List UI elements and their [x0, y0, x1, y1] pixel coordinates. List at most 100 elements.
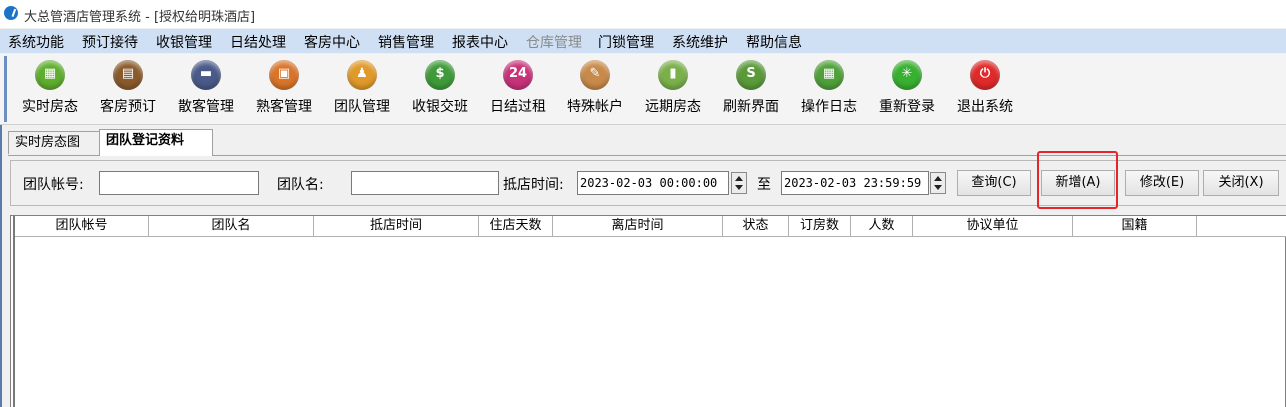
team-account-label: 团队帐号:: [23, 177, 84, 193]
arrival-to-spinner[interactable]: [930, 172, 946, 194]
app-logo-icon: [4, 6, 18, 20]
arrival-time-label: 抵店时间:: [503, 177, 564, 193]
toolbar-button[interactable]: S 刷新界面: [715, 58, 787, 116]
menu-item[interactable]: 帮助信息: [746, 32, 802, 52]
spin-up-icon[interactable]: [735, 176, 743, 181]
toolbar-button[interactable]: ▮ 远期房态: [637, 58, 709, 116]
toolbar-label: 日结过租: [490, 99, 546, 115]
column-header[interactable]: 团队帐号: [15, 216, 149, 236]
toolbar-button[interactable]: ▬ 散客管理: [170, 58, 242, 116]
spin-up-icon[interactable]: [934, 176, 942, 181]
team-name-input[interactable]: [351, 171, 499, 195]
toolbar-button[interactable]: ♟ 团队管理: [326, 58, 398, 116]
toolbar-button[interactable]: ▤ 客房预订: [92, 58, 164, 116]
column-header[interactable]: 团队名: [149, 216, 314, 236]
team-icon: ♟: [347, 60, 377, 90]
toolbar-label: 熟客管理: [256, 99, 312, 115]
calendar-icon: ▦: [814, 60, 844, 90]
toolbar-label: 特殊帐户: [567, 99, 623, 115]
tab-team-registration[interactable]: 团队登记资料: [99, 129, 213, 156]
arrival-from-datetime[interactable]: 2023-02-03 00:00:00: [577, 171, 729, 195]
highlight-box: [1037, 151, 1118, 209]
guest-card-icon: ▬: [191, 60, 221, 90]
chart-icon: ▮: [658, 60, 688, 90]
column-header[interactable]: 离店时间: [553, 216, 723, 236]
toolbar-button[interactable]: $ 收银交班: [404, 58, 476, 116]
toolbar-icon-glyph: ✎: [589, 66, 601, 81]
menu-item[interactable]: 仓库管理: [526, 32, 582, 52]
toolbar-button[interactable]: ▦ 操作日志: [793, 58, 865, 116]
column-header[interactable]: 协议单位: [913, 216, 1073, 236]
spin-down-icon[interactable]: [735, 185, 743, 190]
column-header[interactable]: 国籍: [1073, 216, 1197, 236]
toolbar-icon-glyph: $: [435, 66, 445, 81]
toolbar-icon-glyph: ▣: [277, 66, 291, 81]
toolbar-button[interactable]: ▦ 实时房态: [14, 58, 86, 116]
toolbar-label: 收银交班: [412, 99, 468, 115]
toolbar-icon-glyph: S: [746, 66, 756, 81]
power-icon: ⏻: [970, 60, 1000, 90]
grid-icon: ▦: [35, 60, 65, 90]
team-grid[interactable]: [10, 215, 1286, 407]
team-account-input[interactable]: [99, 171, 259, 195]
column-header[interactable]: 抵店时间: [314, 216, 479, 236]
column-header[interactable]: 订房数: [789, 216, 851, 236]
menu-item[interactable]: 报表中心: [452, 32, 508, 52]
toolbar-label: 刷新界面: [723, 99, 779, 115]
query-button[interactable]: 查询(C): [957, 170, 1031, 196]
toolbar-icon-glyph: ▦: [822, 66, 836, 81]
menu-item[interactable]: 销售管理: [378, 32, 434, 52]
toolbar-icon-glyph: ✳: [901, 66, 913, 81]
toolbar-button[interactable]: ✎ 特殊帐户: [559, 58, 631, 116]
day-close-icon: 24: [503, 60, 533, 90]
edit-button[interactable]: 修改(E): [1125, 170, 1199, 196]
column-header[interactable]: 人数: [851, 216, 913, 236]
tag-icon: ✎: [580, 60, 610, 90]
toolbar-label: 散客管理: [178, 99, 234, 115]
menu-item[interactable]: 预订接待: [82, 32, 138, 52]
menu-item[interactable]: 系统维护: [672, 32, 728, 52]
team-name-label: 团队名:: [277, 177, 324, 193]
spin-down-icon[interactable]: [934, 185, 942, 190]
menu-item[interactable]: 系统功能: [8, 32, 64, 52]
toolbar-label: 远期房态: [645, 99, 701, 115]
arrival-from-spinner[interactable]: [731, 172, 747, 194]
menu-item[interactable]: 客房中心: [304, 32, 360, 52]
close-button[interactable]: 关闭(X): [1203, 170, 1279, 196]
refresh-icon: S: [736, 60, 766, 90]
grid-left-border: [13, 216, 15, 407]
toolbar-icon-glyph: ▬: [199, 66, 213, 81]
window-left-edge: [0, 124, 2, 407]
tab-realtime-room[interactable]: 实时房态图: [8, 131, 102, 154]
column-header[interactable]: 状态: [723, 216, 789, 236]
toolbar-button[interactable]: ▣ 熟客管理: [248, 58, 320, 116]
menu-bar: 系统功能 预订接待 收银管理 日结处理 客房中心 销售管理 报表中心 仓库管理 门锁管理 系统维护…: [0, 29, 1286, 53]
toolbar: ▦ 实时房态 ▤ 客房预订 ▬ 散客管理 ▣ 熟客管理 ♟ 团队管理 $ 收银交班 24 日结过租 ✎ 特殊帐…: [0, 54, 1286, 125]
toolbar-label: 实时房态: [22, 99, 78, 115]
arrival-to-datetime[interactable]: 2023-02-03 23:59:59: [781, 171, 929, 195]
menu-item[interactable]: 日结处理: [230, 32, 286, 52]
column-header-filler: [1197, 216, 1278, 236]
menu-item[interactable]: 收银管理: [156, 32, 212, 52]
booking-icon: ▤: [113, 60, 143, 90]
toolbar-icon-glyph: ▮: [669, 66, 677, 81]
toolbar-icon-glyph: 24: [508, 66, 528, 81]
toolbar-button[interactable]: ⏻ 退出系统: [949, 58, 1021, 116]
toolbar-label: 团队管理: [334, 99, 390, 115]
member-card-icon: ▣: [269, 60, 299, 90]
toolbar-button[interactable]: ✳ 重新登录: [871, 58, 943, 116]
cashier-icon: $: [425, 60, 455, 90]
toolbar-label: 操作日志: [801, 99, 857, 115]
toolbar-button[interactable]: 24 日结过租: [482, 58, 554, 116]
toolbar-icon-glyph: ▦: [43, 66, 57, 81]
toolbar-icon-glyph: ▤: [121, 66, 135, 81]
column-header[interactable]: 住店天数: [479, 216, 553, 236]
toolbar-grip[interactable]: [4, 56, 7, 122]
toolbar-label: 客房预订: [100, 99, 156, 115]
relogin-icon: ✳: [892, 60, 922, 90]
to-label: 至: [757, 177, 771, 193]
menu-item[interactable]: 门锁管理: [598, 32, 654, 52]
toolbar-label: 退出系统: [957, 99, 1013, 115]
toolbar-icon-glyph: ⏻: [979, 66, 991, 81]
window-title: 大总管酒店管理系统 - [授权给明珠酒店]: [24, 10, 256, 25]
